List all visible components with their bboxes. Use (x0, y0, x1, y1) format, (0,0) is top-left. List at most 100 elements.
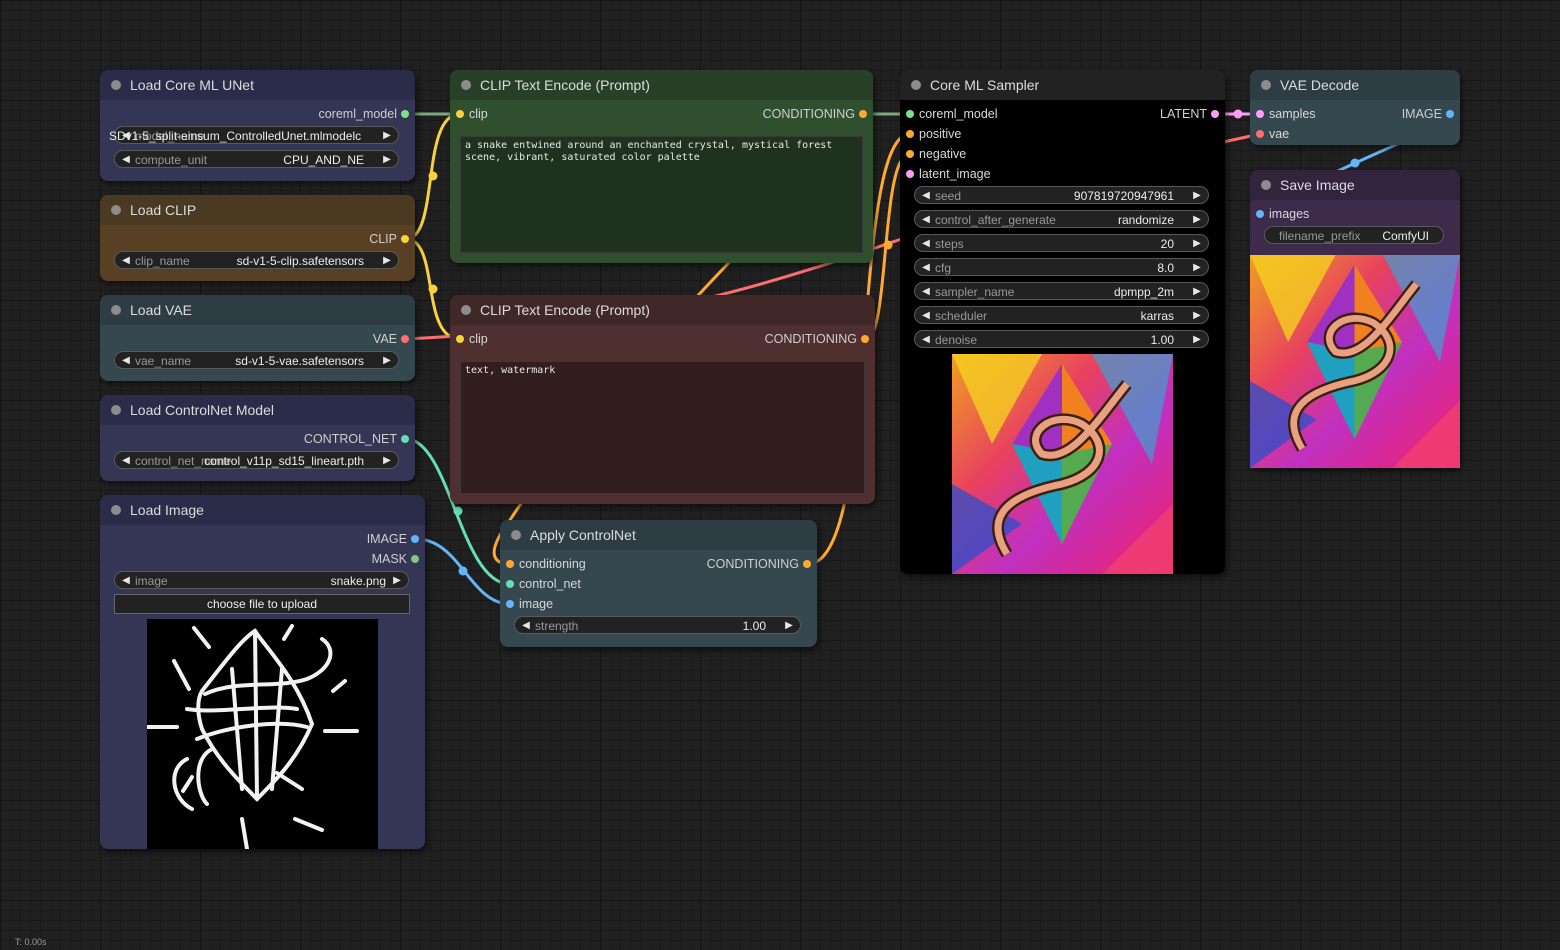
node-load-controlnet[interactable]: Load ControlNet Model CONTROL_NET ◀ cont… (100, 395, 415, 481)
collapse-dot-icon[interactable] (111, 405, 121, 415)
slot-dot-icon[interactable] (859, 110, 867, 118)
slot-dot-icon[interactable] (1256, 130, 1264, 138)
input-slot-images[interactable]: images (1250, 204, 1309, 224)
node-title[interactable]: Load Core ML UNet (100, 70, 415, 100)
collapse-dot-icon[interactable] (461, 80, 471, 90)
node-title[interactable]: Save Image (1250, 170, 1460, 200)
arrow-right-icon[interactable]: ▶ (390, 572, 404, 590)
output-slot-conditioning[interactable]: CONDITIONING (707, 554, 817, 574)
arrow-right-icon[interactable]: ▶ (380, 352, 394, 370)
collapse-dot-icon[interactable] (111, 305, 121, 315)
slot-dot-icon[interactable] (456, 110, 464, 118)
input-slot-control-net[interactable]: control_net (500, 574, 581, 594)
collapse-dot-icon[interactable] (1261, 180, 1271, 190)
node-title[interactable]: VAE Decode (1250, 70, 1460, 100)
combo-control-after-generate[interactable]: ◀ control_after_generate randomize ▶ (914, 210, 1209, 228)
input-slot-positive[interactable]: positive (900, 124, 961, 144)
output-slot-coreml-model[interactable]: coreml_model (318, 104, 415, 124)
arrow-left-icon[interactable]: ◀ (919, 211, 933, 229)
arrow-left-icon[interactable]: ◀ (919, 307, 933, 325)
arrow-left-icon[interactable]: ◀ (519, 617, 533, 635)
arrow-right-icon[interactable]: ▶ (380, 252, 394, 270)
node-title[interactable]: Load Image (100, 495, 425, 525)
arrow-right-icon[interactable]: ▶ (1190, 259, 1204, 277)
output-slot-mask[interactable]: MASK (372, 549, 425, 569)
slot-dot-icon[interactable] (411, 555, 419, 563)
input-slot-image[interactable]: image (500, 594, 553, 614)
combo-vae-name[interactable]: ◀ vae_name sd-v1-5-vae.safetensors ▶ (114, 351, 399, 369)
slot-dot-icon[interactable] (401, 235, 409, 243)
upload-button[interactable]: choose file to upload (114, 594, 410, 614)
slot-dot-icon[interactable] (506, 580, 514, 588)
slot-dot-icon[interactable] (1256, 210, 1264, 218)
number-seed[interactable]: ◀ seed 907819720947961 ▶ (914, 186, 1209, 204)
node-load-vae[interactable]: Load VAE VAE ◀ vae_name sd-v1-5-vae.safe… (100, 295, 415, 381)
arrow-left-icon[interactable]: ◀ (919, 259, 933, 277)
node-save-image[interactable]: Save Image images filename_prefix ComfyU… (1250, 170, 1460, 468)
text-filename-prefix[interactable]: filename_prefix ComfyUI (1264, 226, 1444, 244)
number-steps[interactable]: ◀ steps 20 ▶ (914, 234, 1209, 252)
arrow-left-icon[interactable]: ◀ (119, 252, 133, 270)
slot-dot-icon[interactable] (1446, 110, 1454, 118)
slot-dot-icon[interactable] (906, 150, 914, 158)
slot-dot-icon[interactable] (1211, 110, 1219, 118)
arrow-right-icon[interactable]: ▶ (1190, 283, 1204, 301)
node-vae-decode[interactable]: VAE Decode samples IMAGE vae (1250, 70, 1460, 145)
combo-model-name[interactable]: ◀ model_name SDv1-5_split-einsum_Control… (109, 126, 399, 145)
output-slot-image[interactable]: IMAGE (367, 529, 425, 549)
input-slot-conditioning[interactable]: conditioning (500, 554, 586, 574)
node-title[interactable]: Load ControlNet Model (100, 395, 415, 425)
arrow-right-icon[interactable]: ▶ (380, 151, 394, 169)
combo-image[interactable]: ◀ image snake.png ▶ (114, 571, 409, 589)
node-load-coreml-unet[interactable]: Load Core ML UNet coreml_model ◀ model_n… (100, 70, 415, 181)
arrow-left-icon[interactable]: ◀ (119, 151, 133, 169)
slot-dot-icon[interactable] (1256, 110, 1264, 118)
arrow-left-icon[interactable]: ◀ (919, 283, 933, 301)
node-title[interactable]: Apply ControlNet (500, 520, 817, 550)
node-clip-text-encode-positive[interactable]: CLIP Text Encode (Prompt) clip CONDITION… (450, 70, 873, 263)
combo-sampler-name[interactable]: ◀ sampler_name dpmpp_2m ▶ (914, 282, 1209, 300)
arrow-right-icon[interactable]: ▶ (1190, 307, 1204, 325)
input-slot-clip[interactable]: clip (450, 329, 488, 349)
node-apply-controlnet[interactable]: Apply ControlNet conditioning CONDITIONI… (500, 520, 817, 647)
arrow-right-icon[interactable]: ▶ (1190, 331, 1204, 349)
input-slot-latent-image[interactable]: latent_image (900, 164, 991, 184)
slot-dot-icon[interactable] (803, 560, 811, 568)
slot-dot-icon[interactable] (906, 170, 914, 178)
prompt-textarea[interactable]: text, watermark (460, 361, 865, 494)
output-slot-clip[interactable]: CLIP (369, 229, 415, 249)
output-slot-control-net[interactable]: CONTROL_NET (304, 429, 415, 449)
prompt-textarea[interactable]: a snake entwined around an enchanted cry… (460, 136, 863, 253)
input-slot-vae[interactable]: vae (1250, 124, 1289, 144)
arrow-left-icon[interactable]: ◀ (919, 235, 933, 253)
node-title[interactable]: Load VAE (100, 295, 415, 325)
arrow-right-icon[interactable]: ▶ (380, 452, 394, 470)
arrow-right-icon[interactable]: ▶ (1190, 235, 1204, 253)
arrow-right-icon[interactable]: ▶ (380, 127, 394, 145)
output-slot-conditioning[interactable]: CONDITIONING (765, 329, 875, 349)
combo-compute-unit[interactable]: ◀ compute_unit CPU_AND_NE ▶ (114, 150, 399, 168)
slot-dot-icon[interactable] (401, 435, 409, 443)
arrow-left-icon[interactable]: ◀ (119, 452, 133, 470)
collapse-dot-icon[interactable] (111, 205, 121, 215)
input-slot-samples[interactable]: samples (1250, 104, 1316, 124)
slot-dot-icon[interactable] (906, 110, 914, 118)
node-clip-text-encode-negative[interactable]: CLIP Text Encode (Prompt) clip CONDITION… (450, 295, 875, 504)
collapse-dot-icon[interactable] (111, 505, 121, 515)
node-title[interactable]: Load CLIP (100, 195, 415, 225)
arrow-left-icon[interactable]: ◀ (119, 352, 133, 370)
input-slot-coreml-model[interactable]: coreml_model (900, 104, 998, 124)
arrow-right-icon[interactable]: ▶ (782, 617, 796, 635)
node-load-clip[interactable]: Load CLIP CLIP ◀ clip_name sd-v1-5-clip.… (100, 195, 415, 281)
arrow-left-icon[interactable]: ◀ (119, 572, 133, 590)
output-slot-image[interactable]: IMAGE (1402, 104, 1460, 124)
collapse-dot-icon[interactable] (1261, 80, 1271, 90)
collapse-dot-icon[interactable] (911, 80, 921, 90)
arrow-left-icon[interactable]: ◀ (919, 331, 933, 349)
node-title[interactable]: CLIP Text Encode (Prompt) (450, 70, 873, 100)
combo-scheduler[interactable]: ◀ scheduler karras ▶ (914, 306, 1209, 324)
node-title[interactable]: CLIP Text Encode (Prompt) (450, 295, 875, 325)
slot-dot-icon[interactable] (401, 335, 409, 343)
slot-dot-icon[interactable] (861, 335, 869, 343)
number-cfg[interactable]: ◀ cfg 8.0 ▶ (914, 258, 1209, 276)
